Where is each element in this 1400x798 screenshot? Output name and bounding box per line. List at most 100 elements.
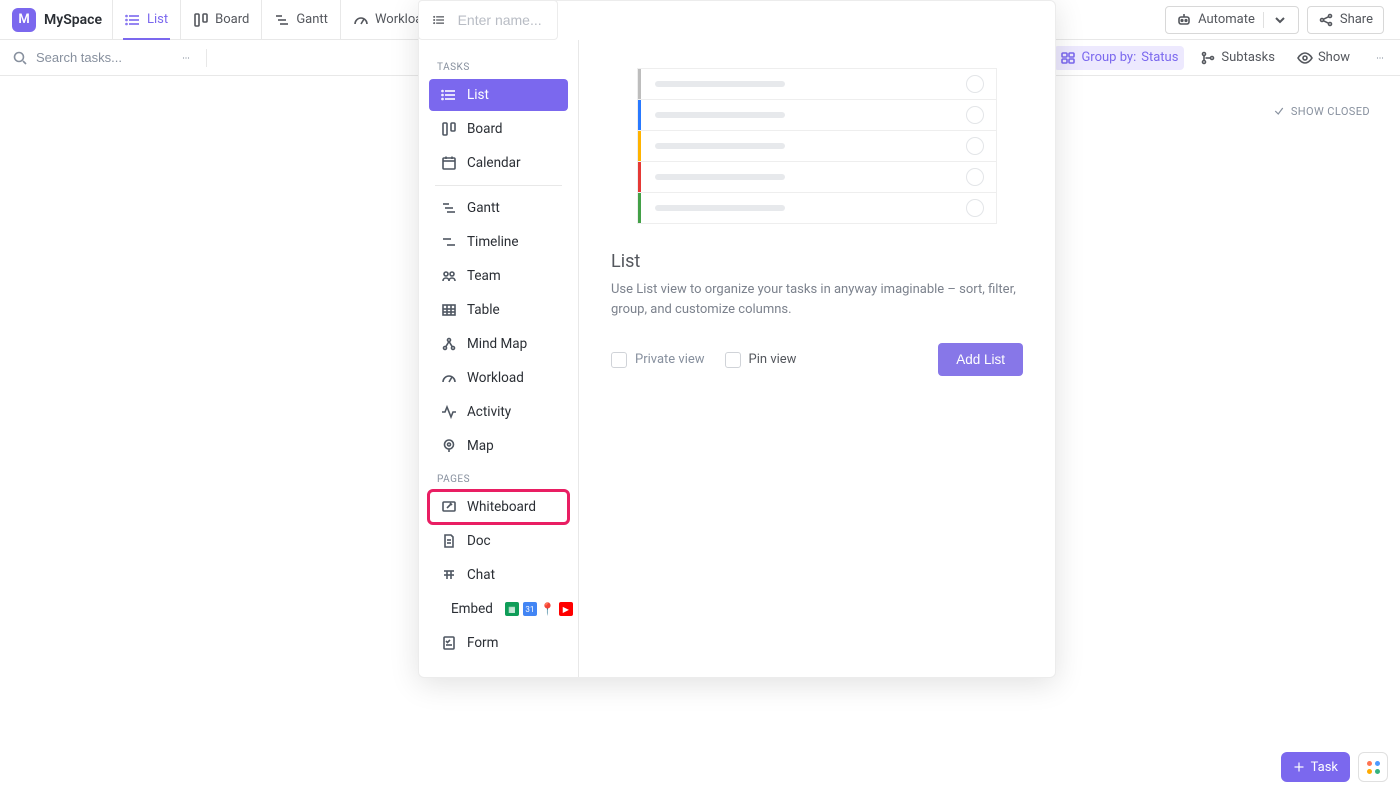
nav-board[interactable]: Board: [429, 113, 568, 145]
nav-label: Calendar: [467, 155, 521, 171]
subtasks-label: Subtasks: [1221, 50, 1275, 65]
row-avatar: [966, 137, 984, 155]
nav-table[interactable]: Table: [429, 294, 568, 326]
workload-icon: [441, 370, 457, 386]
private-view-checkbox[interactable]: Private view: [611, 352, 705, 368]
tab-board[interactable]: Board: [181, 0, 262, 39]
mindmap-icon: [441, 336, 457, 352]
task-button-label: Task: [1311, 760, 1338, 775]
nav-label: Team: [467, 268, 501, 284]
row-bar: [655, 81, 785, 87]
search-icon: [12, 50, 28, 66]
map-icon: [441, 438, 457, 454]
apps-button[interactable]: [1358, 752, 1388, 782]
nav-label: Whiteboard: [467, 499, 536, 515]
nav-map[interactable]: Map: [429, 430, 568, 462]
calendar-mini-icon: 31: [523, 602, 537, 616]
new-task-button[interactable]: Task: [1281, 752, 1350, 782]
table-icon: [441, 302, 457, 318]
modal-header: [418, 0, 558, 40]
tab-list[interactable]: List: [113, 0, 181, 39]
nav-label: Doc: [467, 533, 491, 549]
show-button[interactable]: Show: [1291, 46, 1356, 70]
check-icon: [1273, 105, 1285, 117]
list-icon: [433, 12, 446, 28]
doc-icon: [441, 533, 457, 549]
plus-icon: [1293, 761, 1305, 773]
header-actions: Automate Share: [1165, 6, 1388, 34]
gantt-icon: [274, 12, 290, 28]
apps-icon: [1367, 761, 1380, 774]
row-bar: [655, 174, 785, 180]
checkbox-icon: [725, 352, 741, 368]
nav-embed[interactable]: Embed ▦ 31 📍 ▶: [429, 593, 568, 625]
groupby-label: Group by:: [1081, 50, 1136, 65]
nav-label: List: [467, 87, 489, 103]
row-avatar: [966, 168, 984, 186]
nav-label: Gantt: [467, 200, 500, 216]
preview-row: [637, 161, 997, 193]
add-list-button[interactable]: Add List: [938, 343, 1023, 376]
automate-button[interactable]: Automate: [1165, 6, 1299, 34]
sheets-icon: ▦: [505, 602, 519, 616]
space-chip[interactable]: M MySpace: [12, 0, 113, 39]
pin-view-checkbox[interactable]: Pin view: [725, 352, 797, 368]
nav-mindmap[interactable]: Mind Map: [429, 328, 568, 360]
row-avatar: [966, 106, 984, 124]
nav-timeline[interactable]: Timeline: [429, 226, 568, 258]
subtasks-icon: [1200, 50, 1216, 66]
automate-label: Automate: [1198, 12, 1255, 27]
nav-team[interactable]: Team: [429, 260, 568, 292]
nav-list[interactable]: List: [429, 79, 568, 111]
preview-title: List: [611, 251, 1023, 272]
gantt-icon: [441, 200, 457, 216]
more-icon[interactable]: [178, 50, 194, 66]
subtasks-button[interactable]: Subtasks: [1194, 46, 1281, 70]
section-tasks-label: TASKS: [425, 52, 572, 77]
team-icon: [441, 268, 457, 284]
embed-app-icons: ▦ 31 📍 ▶: [505, 602, 573, 616]
nav-calendar[interactable]: Calendar: [429, 147, 568, 179]
youtube-icon: ▶: [559, 602, 573, 616]
nav-label: Activity: [467, 404, 511, 420]
share-button[interactable]: Share: [1307, 6, 1384, 34]
board-icon: [193, 12, 209, 28]
nav-form[interactable]: Form: [429, 627, 568, 659]
nav-workload[interactable]: Workload: [429, 362, 568, 394]
row-bar: [655, 143, 785, 149]
preview-pane: List Use List view to organize your task…: [579, 40, 1055, 677]
form-icon: [441, 635, 457, 651]
preview-row: [637, 130, 997, 162]
toolbar-more-icon[interactable]: [1372, 50, 1388, 66]
tab-label: List: [147, 12, 168, 27]
search-input[interactable]: [34, 49, 154, 66]
view-type-nav: TASKS List Board Calendar Gantt Timeline: [419, 40, 579, 677]
nav-activity[interactable]: Activity: [429, 396, 568, 428]
nav-label: Board: [467, 121, 503, 137]
section-pages-label: PAGES: [425, 464, 572, 489]
groupby-button[interactable]: Group by: Status: [1054, 46, 1184, 70]
row-bar: [655, 205, 785, 211]
robot-icon: [1176, 12, 1192, 28]
share-label: Share: [1340, 12, 1373, 27]
nav-label: Form: [467, 635, 498, 651]
nav-label: Timeline: [467, 234, 519, 250]
nav-gantt[interactable]: Gantt: [429, 192, 568, 224]
groupby-value: Status: [1141, 50, 1178, 65]
nav-label: Embed: [451, 601, 493, 617]
preview-footer: Private view Pin view Add List: [611, 343, 1023, 376]
nav-chat[interactable]: Chat: [429, 559, 568, 591]
view-name-input[interactable]: [456, 11, 543, 29]
nav-label: Chat: [467, 567, 495, 583]
chevron-down-icon[interactable]: [1272, 12, 1288, 28]
nav-doc[interactable]: Doc: [429, 525, 568, 557]
row-stripe: [638, 193, 641, 223]
tab-gantt[interactable]: Gantt: [262, 0, 341, 39]
nav-label: Workload: [467, 370, 524, 386]
space-name-label: MySpace: [44, 12, 102, 28]
private-view-label: Private view: [635, 352, 705, 367]
workload-icon: [353, 12, 369, 28]
board-icon: [441, 121, 457, 137]
nav-whiteboard[interactable]: Whiteboard: [429, 491, 568, 523]
share-icon: [1318, 12, 1334, 28]
